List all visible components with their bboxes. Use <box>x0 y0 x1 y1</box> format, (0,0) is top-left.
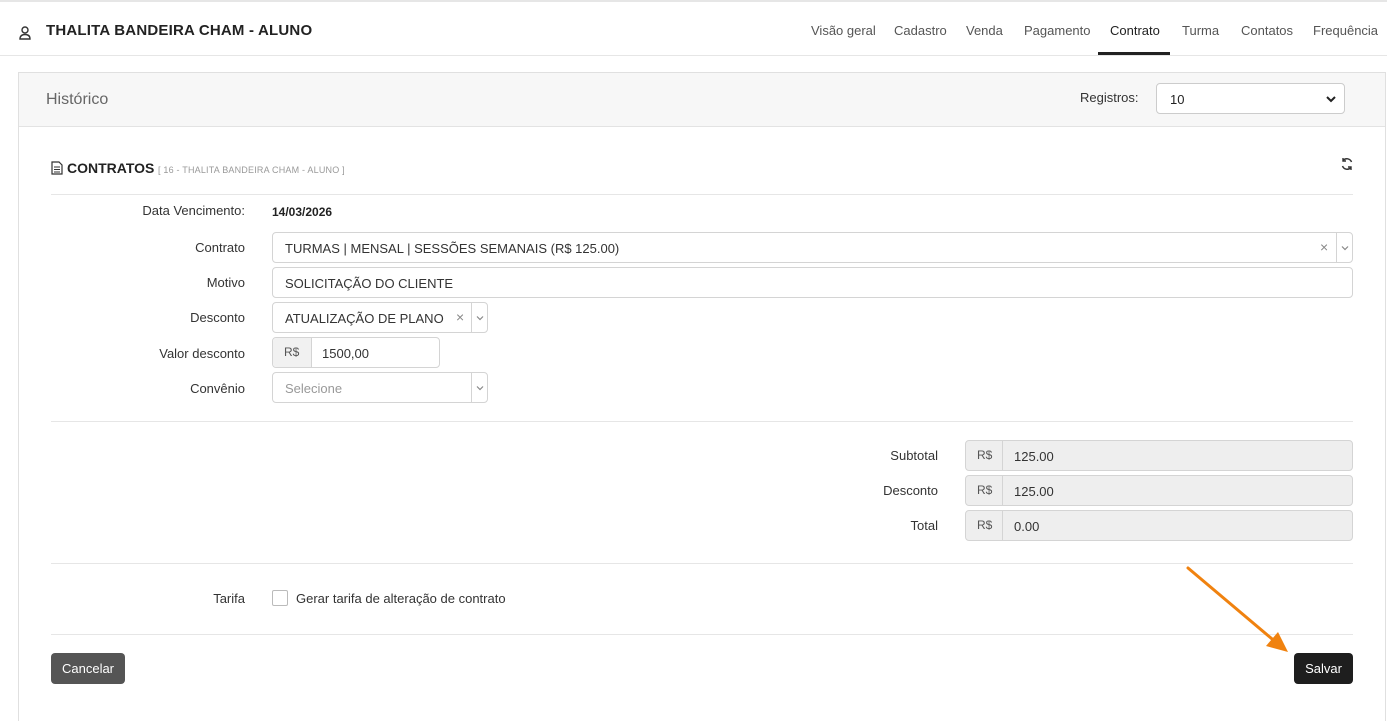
nav-tabs: Visão geral Cadastro Venda Pagamento Con… <box>0 2 1387 56</box>
total-label: Total <box>910 518 938 533</box>
tab-contatos[interactable]: Contatos <box>1241 23 1293 38</box>
tab-cadastro[interactable]: Cadastro <box>894 23 947 38</box>
subtotal-label: Subtotal <box>890 448 938 463</box>
desconto-select[interactable]: ATUALIZAÇÃO DE PLANO × <box>272 302 488 333</box>
document-icon <box>51 161 63 175</box>
subtotal-value: 125.00 <box>1014 449 1054 464</box>
total-field: R$ 0.00 <box>965 510 1353 541</box>
valor-desconto-label: Valor desconto <box>159 346 245 361</box>
currency-addon: R$ <box>966 476 1003 505</box>
contrato-label: Contrato <box>195 240 245 255</box>
currency-addon: R$ <box>273 338 312 367</box>
registros-label: Registros: <box>1080 90 1139 105</box>
page-header: THALITA BANDEIRA CHAM - ALUNO Visão gera… <box>0 2 1387 56</box>
divider <box>51 421 1353 422</box>
total-value: 0.00 <box>1014 519 1040 534</box>
tab-turma[interactable]: Turma <box>1182 23 1219 38</box>
convenio-select[interactable]: Selecione <box>272 372 488 403</box>
card-header: Histórico Registros: 10 <box>19 73 1385 127</box>
chevron-down-icon <box>1341 246 1349 251</box>
total-desconto-field: R$ 125.00 <box>965 475 1353 506</box>
total-desconto-value: 125.00 <box>1014 484 1054 499</box>
valor-desconto-input[interactable]: R$ 1500,00 <box>272 337 440 368</box>
tab-contrato[interactable]: Contrato <box>1110 23 1160 38</box>
data-vencimento-label: Data Vencimento: <box>142 203 245 218</box>
total-desconto-label: Desconto <box>883 483 938 498</box>
subtotal-field: R$ 125.00 <box>965 440 1353 471</box>
currency-symbol: R$ <box>977 483 993 497</box>
clear-icon[interactable]: × <box>1320 239 1328 255</box>
tab-venda[interactable]: Venda <box>966 23 1003 38</box>
chevron-down-icon <box>1326 96 1336 103</box>
gerar-tarifa-label[interactable]: Gerar tarifa de alteração de contrato <box>296 591 506 606</box>
currency-addon: R$ <box>966 441 1003 470</box>
section-title: CONTRATOS <box>51 160 154 176</box>
card-title: Histórico <box>46 91 109 108</box>
refresh-icon[interactable] <box>1340 157 1354 171</box>
convenio-placeholder: Selecione <box>285 381 343 396</box>
currency-symbol: R$ <box>977 518 993 532</box>
divider <box>51 634 1353 635</box>
convenio-label: Convênio <box>190 381 245 396</box>
section-subtitle: [ 16 - THALITA BANDEIRA CHAM - ALUNO ] <box>158 165 345 175</box>
select-separator <box>1336 233 1337 262</box>
chevron-down-icon <box>476 316 484 321</box>
desconto-label: Desconto <box>190 310 245 325</box>
divider <box>51 194 1353 195</box>
save-button[interactable]: Salvar <box>1294 653 1353 684</box>
contrato-select[interactable]: TURMAS | MENSAL | SESSÕES SEMANAIS (R$ 1… <box>272 232 1353 263</box>
valor-desconto-value: 1500,00 <box>322 346 369 361</box>
cancel-button[interactable]: Cancelar <box>51 653 125 684</box>
select-separator <box>471 373 472 402</box>
desconto-value: ATUALIZAÇÃO DE PLANO <box>285 311 444 326</box>
contrato-value: TURMAS | MENSAL | SESSÕES SEMANAIS (R$ 1… <box>285 241 620 256</box>
currency-addon: R$ <box>966 511 1003 540</box>
motivo-label: Motivo <box>206 275 245 290</box>
motivo-input[interactable]: SOLICITAÇÃO DO CLIENTE <box>272 267 1353 298</box>
data-vencimento-value: 14/03/2026 <box>272 205 333 219</box>
select-separator <box>471 303 472 332</box>
annotation-arrow <box>1186 566 1288 652</box>
active-tab-indicator <box>1098 52 1170 55</box>
registros-value: 10 <box>1170 92 1185 107</box>
tab-frequencia[interactable]: Frequência <box>1313 23 1378 38</box>
registros-select[interactable]: 10 <box>1156 83 1345 114</box>
gerar-tarifa-checkbox[interactable] <box>272 590 288 606</box>
tarifa-label: Tarifa <box>213 591 245 606</box>
divider <box>51 563 1353 564</box>
tab-visao-geral[interactable]: Visão geral <box>811 23 876 38</box>
section-title-text: CONTRATOS <box>67 160 155 176</box>
clear-icon[interactable]: × <box>456 309 464 325</box>
chevron-down-icon <box>476 386 484 391</box>
currency-symbol: R$ <box>977 448 993 462</box>
motivo-value: SOLICITAÇÃO DO CLIENTE <box>285 276 454 291</box>
currency-symbol: R$ <box>284 345 300 359</box>
tab-pagamento[interactable]: Pagamento <box>1024 23 1091 38</box>
